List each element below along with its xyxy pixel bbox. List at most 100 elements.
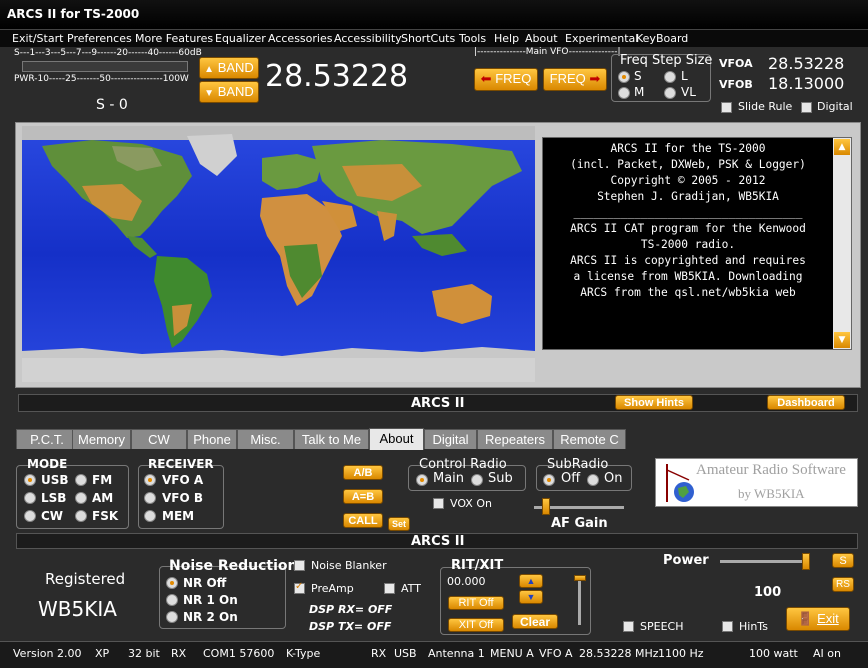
exit-button[interactable]: 🚪 Exit (786, 607, 850, 631)
subradio-off-radio[interactable] (543, 474, 555, 486)
freq-down-button[interactable]: ⬅ FREQ (474, 68, 538, 91)
menu-help[interactable]: Help (494, 32, 519, 45)
noise-blanker-checkbox[interactable] (294, 560, 305, 571)
arrow-right-icon: ➡ (589, 71, 601, 86)
step-s-label: S (634, 69, 642, 83)
mode-lsb-radio[interactable] (24, 492, 36, 504)
step-s-radio[interactable] (618, 71, 630, 83)
mode-am-radio[interactable] (75, 492, 87, 504)
menu-experimental[interactable]: Experimental (565, 32, 638, 45)
rit-clear-button[interactable]: Clear (512, 614, 558, 629)
preamp-checkbox[interactable] (294, 581, 305, 594)
show-hints-button[interactable]: Show Hints (615, 395, 693, 410)
dashboard-button[interactable]: Dashboard (767, 395, 845, 410)
mode-usb-label: USB (41, 473, 69, 487)
receiver-vfoa-radio[interactable] (144, 474, 156, 486)
scroll-down-icon[interactable]: ▼ (834, 332, 850, 348)
step-vl-radio[interactable] (664, 87, 676, 99)
menu-preferences[interactable]: Preferences (67, 32, 132, 45)
tab-cw[interactable]: CW (131, 429, 187, 449)
rit-slider-thumb[interactable] (574, 575, 586, 581)
band-down-button[interactable]: ▼ BAND (199, 81, 259, 103)
status-menu: MENU A (490, 647, 534, 660)
call-button[interactable]: CALL (343, 513, 383, 528)
freq-up-button[interactable]: FREQ ➡ (543, 68, 607, 91)
ab-button[interactable]: A/B (343, 465, 383, 480)
rit-slider-track[interactable] (578, 575, 581, 625)
menu-equalizer[interactable]: Equalizer (215, 32, 266, 45)
vox-checkbox[interactable] (433, 498, 444, 509)
menu-shortcuts[interactable]: ShortCuts (401, 32, 455, 45)
rit-off-button[interactable]: RIT Off (448, 596, 504, 610)
slide-rule-label: Slide Rule (738, 100, 793, 113)
step-vl-label: VL (681, 85, 696, 99)
tab-repeaters[interactable]: Repeaters (477, 429, 553, 449)
tab-talk-to-me[interactable]: Talk to Me (294, 429, 369, 449)
tab-misc[interactable]: Misc. (237, 429, 294, 449)
set-button[interactable]: Set (388, 517, 410, 531)
a-equals-b-button[interactable]: A=B (343, 489, 383, 504)
tab-remote-c[interactable]: Remote C (553, 429, 626, 449)
control-sub-radio[interactable] (471, 474, 483, 486)
speech-checkbox[interactable] (623, 621, 634, 632)
nr2-on-radio[interactable] (166, 611, 178, 623)
about-text-panel[interactable]: ARCS II for the TS-2000 (incl. Packet, D… (542, 137, 852, 350)
tab-digital[interactable]: Digital (424, 429, 477, 449)
af-gain-slider-thumb[interactable] (542, 498, 551, 515)
power-slider-thumb[interactable] (802, 553, 810, 570)
subradio-on-label: On (604, 471, 623, 486)
registered-label: Registered (45, 570, 126, 588)
subradio-on-radio[interactable] (587, 474, 599, 486)
status-vfo: VFO A (539, 647, 573, 660)
tab-pct[interactable]: P.C.T. (16, 429, 78, 449)
mode-fsk-radio[interactable] (75, 510, 87, 522)
rit-up-button[interactable]: ▲ (519, 574, 543, 588)
rit-down-button[interactable]: ▼ (519, 590, 543, 604)
nr1-on-label: NR 1 On (183, 593, 238, 607)
receiver-vfob-label: VFO B (162, 491, 204, 505)
about-line: ARCS II CAT program for the Kenwood (570, 222, 806, 235)
mode-cw-radio[interactable] (24, 510, 36, 522)
power-slider-track[interactable] (720, 560, 810, 563)
menu-accessories[interactable]: Accessories (268, 32, 332, 45)
control-main-radio[interactable] (416, 474, 428, 486)
step-l-radio[interactable] (664, 71, 676, 83)
about-line: ARCS II is copyrighted and requires (570, 254, 806, 267)
mode-usb-radio[interactable] (24, 474, 36, 486)
step-l-label: L (681, 69, 688, 83)
menu-about[interactable]: About (525, 32, 558, 45)
status-frequency: 28.53228 MHz (579, 647, 659, 660)
status-ktype: K-Type (286, 647, 321, 660)
nr-off-radio[interactable] (166, 577, 178, 589)
menu-more-features[interactable]: More Features (135, 32, 213, 45)
hints-checkbox[interactable] (722, 621, 733, 632)
menu-keyboard[interactable]: KeyBoard (636, 32, 688, 45)
about-line: __________________________________ (573, 206, 803, 219)
tab-about[interactable]: About (369, 428, 424, 450)
power-rs-button[interactable]: RS (832, 577, 854, 592)
step-m-radio[interactable] (618, 87, 630, 99)
panel2-title: ARCS II (411, 534, 465, 549)
digital-checkbox[interactable] (801, 102, 812, 113)
scroll-up-icon[interactable]: ▲ (834, 139, 850, 155)
receiver-mem-radio[interactable] (144, 510, 156, 522)
menu-accessibility[interactable]: Accessibility (334, 32, 402, 45)
mode-fm-radio[interactable] (75, 474, 87, 486)
receiver-vfob-radio[interactable] (144, 492, 156, 504)
dsp-tx-status: DSP TX= OFF (309, 620, 392, 633)
menu-exit-start[interactable]: Exit/Start (12, 32, 63, 45)
xit-off-button[interactable]: XIT Off (448, 618, 504, 632)
tab-memory[interactable]: Memory (72, 429, 131, 449)
slide-rule-checkbox[interactable] (721, 102, 732, 113)
about-scrollbar[interactable]: ▲ ▼ (833, 138, 851, 349)
menu-tools[interactable]: Tools (459, 32, 486, 45)
noise-blanker-label: Noise Blanker (311, 559, 387, 572)
nr1-on-radio[interactable] (166, 594, 178, 606)
power-s-button[interactable]: S (832, 553, 854, 568)
status-rx2: RX (371, 647, 387, 660)
registered-callsign: WB5KIA (38, 597, 117, 621)
att-checkbox[interactable] (384, 583, 395, 594)
tab-phone[interactable]: Phone (187, 429, 237, 449)
arrow-up-icon: ▲ (526, 576, 536, 586)
band-up-button[interactable]: ▲ BAND (199, 57, 259, 79)
